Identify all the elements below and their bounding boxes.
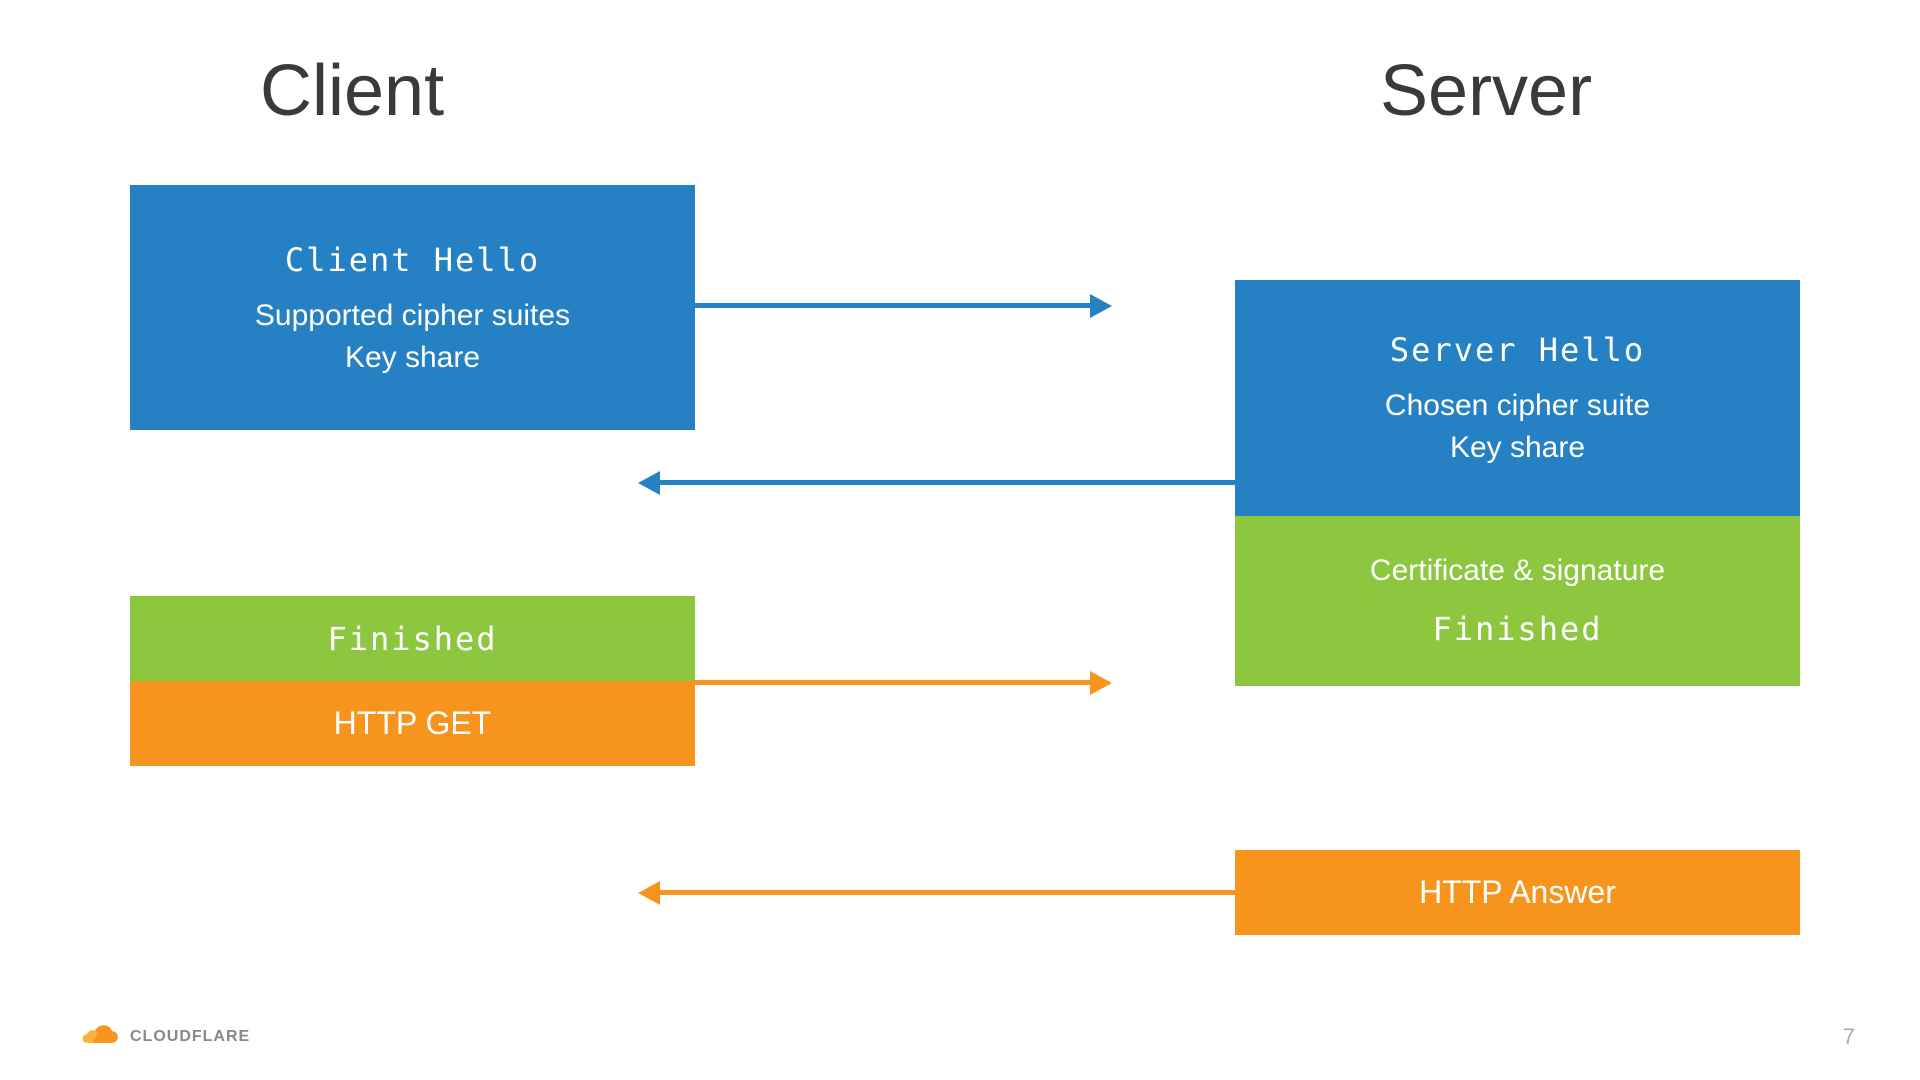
server-cert-line1: Certificate & signature — [1370, 554, 1665, 588]
client-hello-line2: Key share — [345, 341, 480, 375]
arrow-server-hello — [655, 480, 1235, 485]
server-hello-box: Server Hello Chosen cipher suite Key sha… — [1235, 280, 1800, 516]
arrow-http-get — [695, 680, 1095, 685]
client-hello-title: Client Hello — [285, 241, 540, 279]
arrow-http-answer-head — [638, 881, 660, 905]
arrow-server-hello-head — [638, 471, 660, 495]
server-hello-line2: Key share — [1450, 431, 1585, 465]
server-title: Server — [1380, 50, 1592, 132]
logo-text: CLOUDFLARE — [130, 1028, 250, 1046]
page-number: 7 — [1843, 1024, 1855, 1050]
client-hello-line1: Supported cipher suites — [255, 299, 570, 333]
cloud-icon — [80, 1024, 122, 1050]
arrow-http-get-head — [1090, 671, 1112, 695]
server-hello-title: Server Hello — [1390, 331, 1645, 369]
http-get-label: HTTP GET — [334, 705, 492, 742]
arrow-client-hello — [695, 303, 1095, 308]
http-answer-box: HTTP Answer — [1235, 850, 1800, 935]
client-hello-box: Client Hello Supported cipher suites Key… — [130, 185, 695, 430]
client-finished-label: Finished — [327, 620, 497, 658]
arrow-http-answer — [655, 890, 1235, 895]
client-finished-box: Finished — [130, 596, 695, 681]
client-title: Client — [260, 50, 444, 132]
http-answer-label: HTTP Answer — [1419, 874, 1616, 911]
server-finished-label: Finished — [1432, 610, 1602, 648]
http-get-box: HTTP GET — [130, 681, 695, 766]
server-hello-line1: Chosen cipher suite — [1385, 389, 1650, 423]
cloudflare-logo: CLOUDFLARE — [80, 1024, 250, 1050]
arrow-client-hello-head — [1090, 294, 1112, 318]
server-cert-box: Certificate & signature Finished — [1235, 516, 1800, 686]
